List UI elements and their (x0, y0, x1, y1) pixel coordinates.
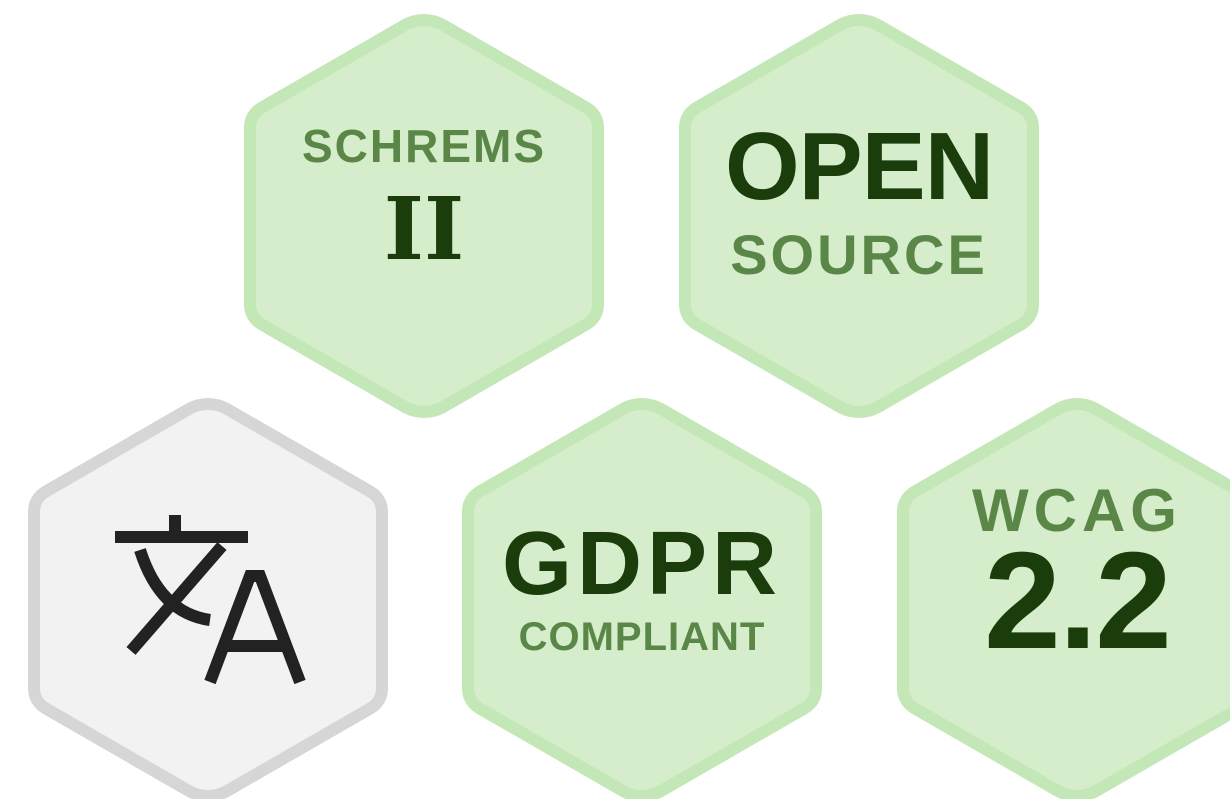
schrems-badge: SCHREMS II (244, 14, 604, 418)
wcag-badge: WCAG 2.2 (897, 398, 1230, 799)
badge-line1: SCHREMS (301, 120, 547, 172)
gdpr-badge: GDPR COMPLIANT (462, 398, 822, 799)
translate-icon (115, 515, 306, 685)
open-source-badge: OPEN SOURCE (679, 14, 1039, 418)
badge-grid: SCHREMS II OPEN SOURCE GDPR COMPLIANT WC… (0, 0, 1230, 799)
badge-line2: II (383, 179, 465, 280)
badge-line2: 2.2 (984, 523, 1172, 678)
translate-badge (28, 398, 388, 799)
badge-line2: COMPLIANT (518, 615, 766, 659)
badge-line1: GDPR (501, 514, 783, 614)
badge-line1: OPEN (724, 113, 994, 220)
badge-line2: SOURCE (730, 223, 988, 286)
